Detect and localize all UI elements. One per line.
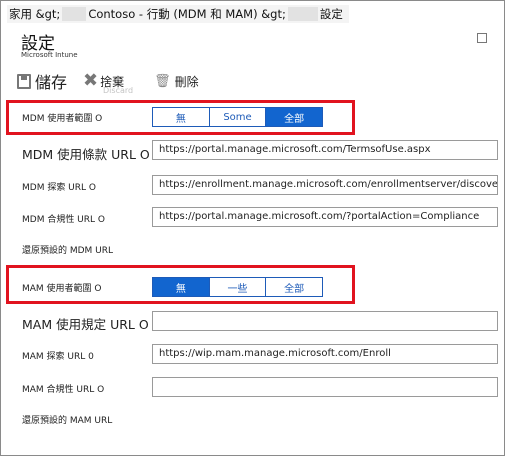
mam-compliance-url-input[interactable] [152, 377, 498, 397]
mdm-compliance-label: MDM 合規性 URL O [22, 215, 105, 225]
blade-frame: 家用 &gt; Contoso - 行動 (MDM 和 MAM) &gt; 設定… [0, 0, 505, 456]
mdm-discovery-label: MDM 探索 URL O [22, 183, 96, 193]
breadcrumb-app[interactable]: Contoso - 行動 (MDM 和 MAM) &gt; [88, 6, 286, 22]
mam-scope-option-none[interactable]: 無 [153, 278, 210, 296]
delete-button[interactable]: 🗑 刪除 [154, 73, 199, 90]
trash-icon: 🗑 [154, 73, 171, 89]
mam-terms-label: MAM 使用規定 URL O [22, 317, 149, 332]
mdm-scope-label: MDM 使用者範圍 O [22, 114, 103, 124]
discard-button[interactable]: ✖ 捨棄 Discard [83, 70, 133, 96]
mam-scope-option-some[interactable]: 一些 [209, 278, 267, 296]
mam-scope-option-all[interactable]: 全部 [266, 278, 323, 296]
mam-terms-url-input[interactable] [152, 311, 498, 331]
redacted-text [62, 7, 87, 21]
mam-scope-selector: 無 一些 全部 [152, 277, 323, 297]
toolbar: 儲存 ✖ 捨棄 Discard 🗑 刪除 [17, 67, 215, 95]
mdm-scope-option-none[interactable]: 無 [153, 108, 210, 126]
mam-scope-label: MAM 使用者範圍 O [22, 284, 102, 294]
mdm-terms-label: MDM 使用條款 URL O [22, 147, 150, 162]
redacted-text [287, 7, 318, 21]
mam-discovery-label: MAM 探索 URL 0 [22, 352, 94, 362]
restore-mam-urls-link[interactable]: 還原預設的 MAM URL [22, 413, 112, 426]
breadcrumb-current: 設定 [319, 7, 343, 21]
mdm-compliance-url-input[interactable]: https://portal.manage.microsoft.com/?por… [152, 207, 498, 227]
save-button[interactable]: 儲存 [17, 69, 67, 93]
discard-ghost-label: Discard [103, 86, 134, 95]
mdm-terms-url-input[interactable]: https://portal.manage.microsoft.com/Term… [152, 140, 498, 160]
restore-mdm-urls-link[interactable]: 還原預設的 MDM URL [22, 243, 113, 256]
save-icon [17, 73, 31, 89]
page-subtitle: Microsoft Intune [21, 51, 78, 59]
breadcrumb-home[interactable]: 家用 &gt; [9, 6, 60, 22]
close-icon: ✖ [83, 70, 99, 91]
save-label: 儲存 [35, 73, 68, 92]
mdm-discovery-url-input[interactable]: https://enrollment.manage.microsoft.com/… [152, 175, 498, 195]
mam-discovery-url-input[interactable]: https://wip.mam.manage.microsoft.com/Enr… [152, 344, 498, 364]
mdm-scope-option-some[interactable]: Some [209, 108, 267, 126]
breadcrumb: 家用 &gt; Contoso - 行動 (MDM 和 MAM) &gt; 設定 [7, 5, 349, 23]
mdm-scope-selector: 無 Some 全部 [152, 107, 323, 127]
delete-label: 刪除 [174, 74, 199, 89]
mdm-scope-option-all[interactable]: 全部 [266, 108, 323, 126]
mam-compliance-label: MAM 合規性 URL O [22, 385, 105, 395]
maximize-icon[interactable] [477, 33, 487, 43]
